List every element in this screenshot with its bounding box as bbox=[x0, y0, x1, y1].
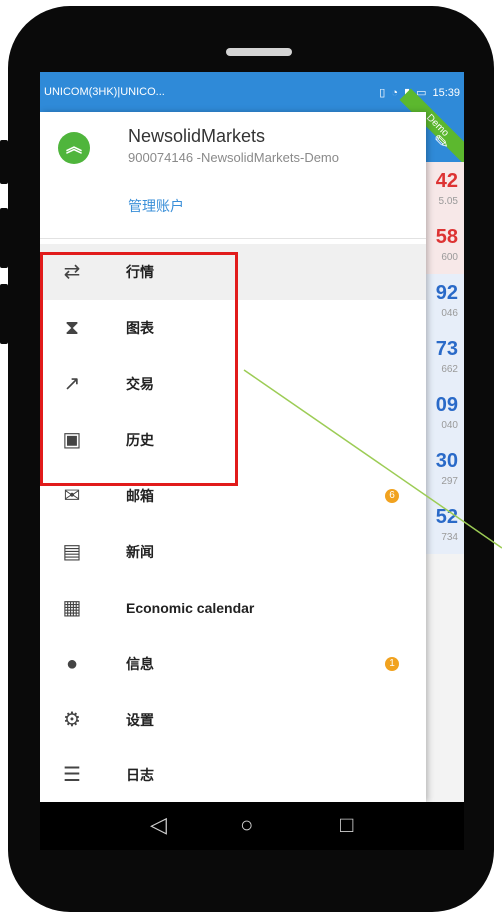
annotation-pointer-line bbox=[243, 369, 502, 549]
